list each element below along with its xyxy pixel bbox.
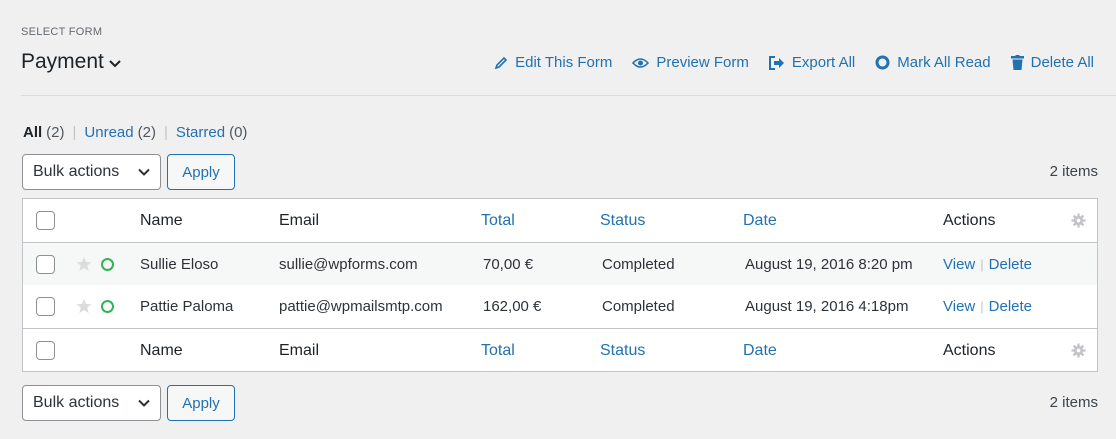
filter-separator: | xyxy=(72,124,77,141)
action-divider: | xyxy=(980,298,984,314)
column-email: Email xyxy=(279,211,320,229)
entry-name: Pattie Paloma xyxy=(140,297,234,315)
select-all-checkbox[interactable] xyxy=(36,211,55,230)
entry-actions: View | Delete xyxy=(943,256,1032,273)
table-row: Sullie Eloso sullie@wpforms.com 70,00 € … xyxy=(23,243,1097,285)
filter-starred-count: (0) xyxy=(229,124,248,141)
action-divider: | xyxy=(980,256,984,272)
filter-starred[interactable]: Starred xyxy=(176,124,225,141)
unread-indicator-icon[interactable] xyxy=(101,257,114,271)
eye-icon xyxy=(632,57,650,68)
header-divider xyxy=(21,95,1116,96)
entry-filters: All (2) | Unread (2) | Starred (0) xyxy=(23,124,247,141)
mark-all-read-button[interactable]: Mark All Read xyxy=(875,54,991,71)
column-date[interactable]: Date xyxy=(743,342,777,360)
column-date[interactable]: Date xyxy=(743,212,777,230)
bulk-actions-value: Bulk actions xyxy=(33,394,120,411)
entries-table: Name Email Total Status Date Actions Sul… xyxy=(22,198,1098,372)
entry-total: 162,00 € xyxy=(483,297,542,315)
trash-icon xyxy=(1010,55,1024,70)
entry-status: Completed xyxy=(602,297,675,315)
form-toolbar: Edit This Form Preview Form Export All M… xyxy=(494,54,1094,71)
form-selector[interactable]: Payment xyxy=(21,50,122,74)
entry-total: 70,00 € xyxy=(483,255,534,273)
entry-date: August 19, 2016 8:20 pm xyxy=(745,255,913,273)
export-all-label: Export All xyxy=(791,54,856,71)
column-total[interactable]: Total xyxy=(481,342,515,360)
chevron-down-icon xyxy=(138,399,150,407)
table-header: Name Email Total Status Date Actions xyxy=(23,199,1097,243)
column-total[interactable]: Total xyxy=(481,212,515,230)
items-count: 2 items xyxy=(1049,394,1098,411)
row-checkbox[interactable] xyxy=(36,254,55,274)
column-name: Name xyxy=(140,211,183,229)
bulk-actions-top: Bulk actions Apply xyxy=(22,154,235,190)
view-link[interactable]: View xyxy=(943,298,975,315)
select-form-label: SELECT FORM xyxy=(21,26,103,38)
entry-status: Completed xyxy=(602,255,675,273)
column-email: Email xyxy=(279,341,320,359)
delete-link[interactable]: Delete xyxy=(989,298,1032,315)
table-row: Pattie Paloma pattie@wpmailsmtp.com 162,… xyxy=(23,285,1097,327)
entry-email: pattie@wpmailsmtp.com xyxy=(279,297,443,315)
unread-indicator-icon[interactable] xyxy=(101,299,114,313)
pencil-icon xyxy=(494,56,508,69)
entry-name: Sullie Eloso xyxy=(140,255,219,273)
entry-actions: View | Delete xyxy=(943,298,1032,315)
export-all-button[interactable]: Export All xyxy=(768,54,856,71)
filter-unread[interactable]: Unread xyxy=(84,124,133,141)
star-icon[interactable] xyxy=(76,298,92,314)
bulk-actions-select[interactable]: Bulk actions xyxy=(22,385,161,421)
table-footer: Name Email Total Status Date Actions xyxy=(23,328,1097,372)
entry-email: sullie@wpforms.com xyxy=(279,255,418,273)
row-checkbox[interactable] xyxy=(36,296,55,316)
filter-all[interactable]: All xyxy=(23,124,42,141)
export-icon xyxy=(768,55,784,70)
bulk-actions-value: Bulk actions xyxy=(33,163,120,180)
apply-button[interactable]: Apply xyxy=(167,154,235,190)
column-actions: Actions xyxy=(943,211,996,229)
items-count: 2 items xyxy=(1049,163,1098,180)
bulk-actions-bottom: Bulk actions Apply xyxy=(22,385,235,421)
filter-all-count: (2) xyxy=(46,124,65,141)
delete-all-label: Delete All xyxy=(1030,54,1094,71)
form-name: Payment xyxy=(21,50,104,73)
gear-icon[interactable] xyxy=(1071,213,1086,228)
select-all-checkbox[interactable] xyxy=(36,341,55,360)
chevron-down-icon xyxy=(109,60,121,68)
gear-icon[interactable] xyxy=(1071,343,1086,358)
column-name: Name xyxy=(140,341,183,359)
view-link[interactable]: View xyxy=(943,256,975,273)
column-actions: Actions xyxy=(943,341,996,359)
circle-icon xyxy=(875,55,890,70)
edit-form-label: Edit This Form xyxy=(515,54,613,71)
column-status[interactable]: Status xyxy=(600,212,645,230)
star-icon[interactable] xyxy=(76,256,92,272)
mark-all-read-label: Mark All Read xyxy=(897,54,991,71)
filter-separator: | xyxy=(163,124,168,141)
preview-form-label: Preview Form xyxy=(656,54,749,71)
delete-all-button[interactable]: Delete All xyxy=(1010,54,1094,71)
chevron-down-icon xyxy=(138,168,150,176)
entry-date: August 19, 2016 4:18pm xyxy=(745,297,909,315)
bulk-actions-select[interactable]: Bulk actions xyxy=(22,154,161,190)
edit-form-button[interactable]: Edit This Form xyxy=(494,54,612,71)
column-status[interactable]: Status xyxy=(600,342,645,360)
filter-unread-count: (2) xyxy=(137,124,156,141)
preview-form-button[interactable]: Preview Form xyxy=(632,54,749,71)
delete-link[interactable]: Delete xyxy=(989,256,1032,273)
apply-button[interactable]: Apply xyxy=(167,385,235,421)
